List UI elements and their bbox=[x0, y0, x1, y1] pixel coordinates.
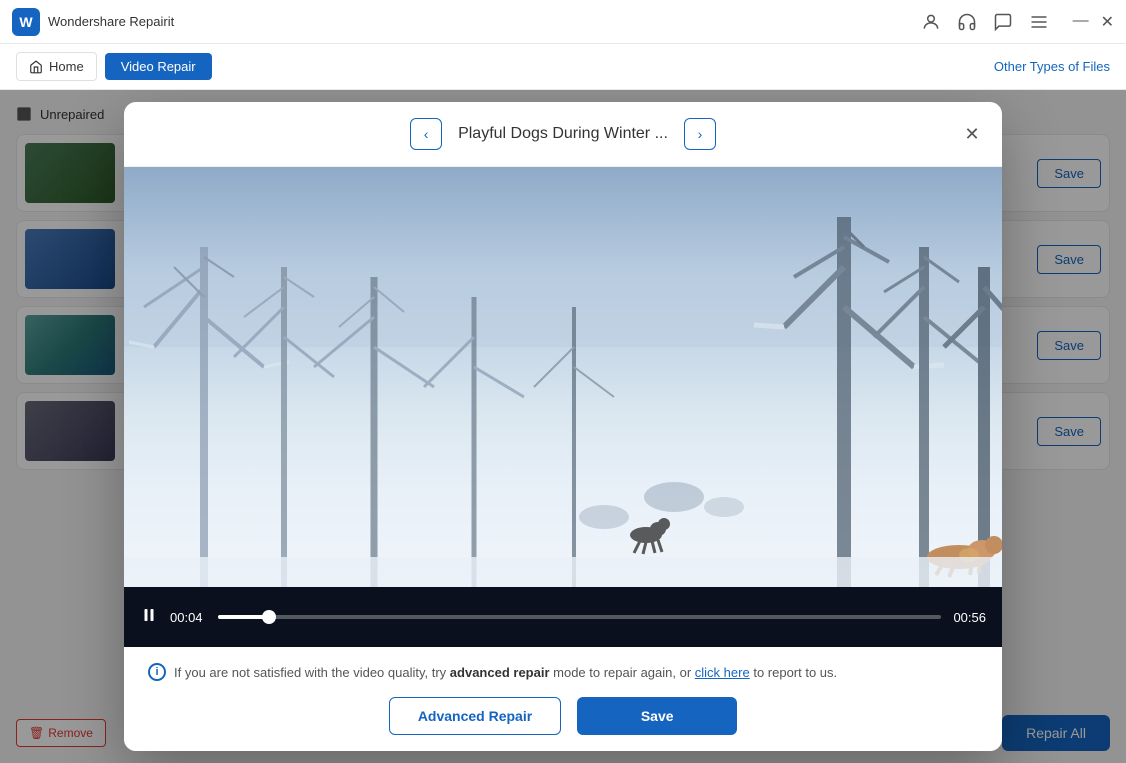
progress-bar[interactable] bbox=[218, 615, 941, 619]
nav-bar: Home Video Repair Other Types of Files bbox=[0, 44, 1126, 90]
next-button[interactable]: › bbox=[684, 118, 716, 150]
main-area: Home Video Repair Other Types of Files U… bbox=[0, 44, 1126, 763]
close-button[interactable]: ✕ bbox=[1101, 12, 1114, 32]
title-bar: W Wondershare Repairit — ✕ bbox=[0, 0, 1126, 44]
info-strong: advanced repair bbox=[450, 665, 550, 680]
info-text-before: If you are not satisfied with the video … bbox=[174, 665, 450, 680]
chat-icon[interactable] bbox=[993, 12, 1013, 32]
pause-button[interactable] bbox=[140, 606, 158, 629]
info-icon: i bbox=[148, 663, 166, 681]
content-area: Unrepaired dog_video_1.mp4 2.3 MB | MP4 … bbox=[0, 90, 1126, 763]
report-link[interactable]: click here bbox=[695, 665, 750, 680]
modal-title: Playful Dogs During Winter ... bbox=[458, 125, 668, 143]
app-name: Wondershare Repairit bbox=[48, 14, 174, 29]
title-bar-left: W Wondershare Repairit bbox=[12, 8, 174, 36]
headphone-icon[interactable] bbox=[957, 12, 977, 32]
video-preview-modal: ‹ Playful Dogs During Winter ... › ✕ bbox=[124, 102, 1002, 751]
info-text-mid: mode to repair again, or bbox=[553, 665, 695, 680]
current-time: 00:04 bbox=[170, 610, 206, 625]
end-time: 00:56 bbox=[953, 610, 986, 625]
video-controls: 00:04 00:56 bbox=[124, 587, 1002, 647]
modal-close-button[interactable]: ✕ bbox=[958, 120, 986, 148]
modal-nav: ‹ Playful Dogs During Winter ... › bbox=[410, 118, 716, 150]
winter-trees-svg bbox=[124, 167, 1002, 587]
app-logo: W bbox=[12, 8, 40, 36]
home-label: Home bbox=[49, 59, 84, 74]
modal-header: ‹ Playful Dogs During Winter ... › ✕ bbox=[124, 102, 1002, 167]
window-controls: — ✕ bbox=[1073, 12, 1114, 32]
active-tab[interactable]: Video Repair bbox=[105, 53, 212, 80]
modal-footer: i If you are not satisfied with the vide… bbox=[124, 647, 1002, 751]
info-text-end: to report to us. bbox=[753, 665, 837, 680]
save-button-main[interactable]: Save bbox=[577, 697, 737, 735]
modal-overlay[interactable]: ‹ Playful Dogs During Winter ... › ✕ bbox=[0, 90, 1126, 763]
winter-scene bbox=[124, 167, 1002, 647]
menu-icon[interactable] bbox=[1029, 12, 1049, 32]
video-player: 00:04 00:56 bbox=[124, 167, 1002, 647]
home-nav[interactable]: Home bbox=[16, 52, 97, 81]
footer-actions: Advanced Repair Save bbox=[148, 697, 978, 735]
info-text: If you are not satisfied with the video … bbox=[174, 665, 837, 680]
prev-button[interactable]: ‹ bbox=[410, 118, 442, 150]
other-files-link[interactable]: Other Types of Files bbox=[994, 59, 1110, 74]
account-icon[interactable] bbox=[921, 12, 941, 32]
minimize-button[interactable]: — bbox=[1073, 12, 1089, 32]
advanced-repair-button[interactable]: Advanced Repair bbox=[389, 697, 561, 735]
progress-handle[interactable] bbox=[262, 610, 276, 624]
info-bar: i If you are not satisfied with the vide… bbox=[148, 663, 978, 681]
title-bar-icons: — ✕ bbox=[921, 12, 1114, 32]
